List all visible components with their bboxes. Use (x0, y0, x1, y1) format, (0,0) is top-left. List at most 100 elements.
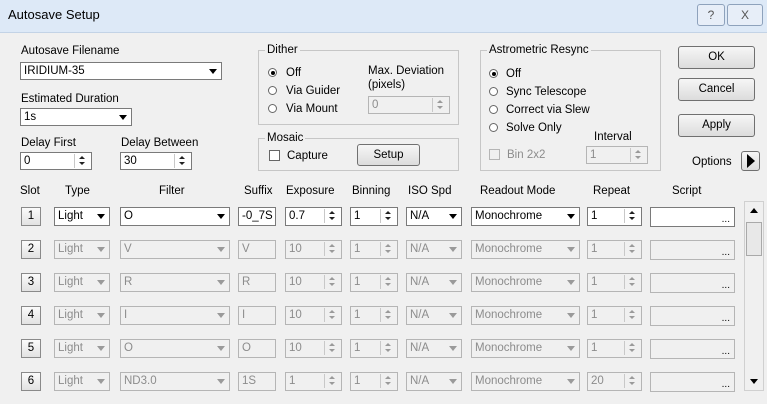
spinner-arrows-icon[interactable] (380, 341, 396, 355)
binning-field[interactable]: 1 (350, 273, 398, 292)
chevron-down-icon[interactable] (93, 341, 108, 355)
binning-field[interactable]: 1 (350, 372, 398, 391)
exposure-field[interactable]: 10 (285, 240, 342, 259)
close-button[interactable]: X (727, 4, 763, 26)
help-button[interactable]: ? (697, 4, 725, 26)
type-field[interactable]: Light (54, 273, 110, 292)
readout-field[interactable]: Monochrome (471, 273, 580, 292)
scroll-up-button[interactable] (745, 202, 763, 220)
suffix-field[interactable]: 1S (238, 372, 276, 391)
chevron-down-icon[interactable] (213, 209, 228, 223)
spinner-arrows-icon[interactable] (380, 308, 396, 322)
type-field[interactable]: Light (54, 240, 110, 259)
chevron-down-icon[interactable] (563, 374, 578, 388)
chevron-down-icon[interactable] (213, 275, 228, 289)
filter-field[interactable]: O (120, 339, 230, 358)
spinner-arrows-icon[interactable] (380, 242, 396, 256)
filename-combo[interactable]: IRIDIUM-35 (20, 62, 222, 80)
filter-field[interactable]: R (120, 273, 230, 292)
chevron-down-icon[interactable] (115, 110, 130, 124)
readout-field[interactable]: Monochrome (471, 372, 580, 391)
script-field[interactable]: ... (650, 207, 735, 227)
dither-mount-radio[interactable] (268, 104, 277, 113)
binning-field[interactable]: 1 (350, 339, 398, 358)
chevron-down-icon[interactable] (563, 242, 578, 256)
spinner-arrows-icon[interactable] (324, 209, 340, 223)
chevron-down-icon[interactable] (563, 275, 578, 289)
resync-solve-radio[interactable] (489, 123, 498, 132)
exposure-field[interactable]: 1 (285, 372, 342, 391)
cancel-button[interactable]: Cancel (678, 78, 755, 101)
suffix-field[interactable]: I (238, 306, 276, 325)
spinner-arrows-icon[interactable] (74, 154, 90, 168)
spinner-arrows-icon[interactable] (324, 341, 340, 355)
spinner-arrows-icon[interactable] (624, 275, 640, 289)
repeat-field[interactable]: 20 (587, 372, 642, 391)
spinner-arrows-icon[interactable] (624, 341, 640, 355)
duration-combo[interactable]: 1s (20, 108, 132, 126)
script-field[interactable]: ... (650, 273, 735, 293)
repeat-field[interactable]: 1 (587, 306, 642, 325)
exposure-field[interactable]: 10 (285, 339, 342, 358)
filter-field[interactable]: V (120, 240, 230, 259)
type-field[interactable]: Light (54, 306, 110, 325)
suffix-field[interactable]: V (238, 240, 276, 259)
chevron-down-icon[interactable] (205, 64, 220, 78)
filter-field[interactable]: ND3.0 (120, 372, 230, 391)
repeat-field[interactable]: 1 (587, 273, 642, 292)
chevron-down-icon[interactable] (93, 242, 108, 256)
iso-field[interactable]: N/A (406, 273, 462, 292)
spinner-arrows-icon[interactable] (324, 275, 340, 289)
chevron-down-icon[interactable] (563, 209, 578, 223)
spinner-arrows-icon[interactable] (324, 308, 340, 322)
iso-field[interactable]: N/A (406, 306, 462, 325)
script-field[interactable]: ... (650, 372, 735, 392)
spinner-arrows-icon[interactable] (380, 209, 396, 223)
chevron-down-icon[interactable] (213, 341, 228, 355)
chevron-down-icon[interactable] (445, 308, 460, 322)
spinner-arrows-icon[interactable] (624, 242, 640, 256)
chevron-down-icon[interactable] (563, 341, 578, 355)
spinner-arrows-icon[interactable] (630, 148, 646, 162)
chevron-down-icon[interactable] (563, 308, 578, 322)
spinner-arrows-icon[interactable] (324, 242, 340, 256)
script-field[interactable]: ... (650, 306, 735, 326)
chevron-down-icon[interactable] (213, 308, 228, 322)
binning-field[interactable]: 1 (350, 306, 398, 325)
chevron-down-icon[interactable] (445, 275, 460, 289)
dither-guider-radio[interactable] (268, 86, 277, 95)
exposure-field[interactable]: 0.7 (285, 207, 342, 226)
slot-button[interactable]: 1 (21, 207, 41, 226)
spinner-arrows-icon[interactable] (624, 374, 640, 388)
spinner-arrows-icon[interactable] (380, 374, 396, 388)
spinner-arrows-icon[interactable] (380, 275, 396, 289)
bin-2x2-checkbox[interactable] (489, 149, 500, 160)
resync-off-radio[interactable] (489, 69, 498, 78)
options-button[interactable] (741, 151, 760, 171)
binning-field[interactable]: 1 (350, 240, 398, 259)
spinner-arrows-icon[interactable] (324, 374, 340, 388)
chevron-down-icon[interactable] (445, 374, 460, 388)
iso-field[interactable]: N/A (406, 372, 462, 391)
resync-sync-radio[interactable] (489, 87, 498, 96)
slot-button[interactable]: 2 (21, 240, 41, 259)
exposure-field[interactable]: 10 (285, 273, 342, 292)
filter-field[interactable]: O (120, 207, 230, 226)
chevron-down-icon[interactable] (445, 341, 460, 355)
script-field[interactable]: ... (650, 339, 735, 359)
chevron-down-icon[interactable] (213, 242, 228, 256)
apply-button[interactable]: Apply (678, 114, 755, 137)
binning-field[interactable]: 1 (350, 207, 398, 226)
slot-button[interactable]: 6 (21, 372, 41, 391)
spinner-arrows-icon[interactable] (174, 154, 190, 168)
suffix-field[interactable]: O (238, 339, 276, 358)
slot-button[interactable]: 5 (21, 339, 41, 358)
repeat-field[interactable]: 1 (587, 339, 642, 358)
mosaic-capture-checkbox[interactable] (269, 150, 280, 161)
max-deviation-spinner[interactable]: 0 (368, 96, 450, 114)
readout-field[interactable]: Monochrome (471, 207, 580, 226)
type-field[interactable]: Light (54, 339, 110, 358)
type-field[interactable]: Light (54, 207, 110, 226)
scroll-down-button[interactable] (745, 372, 763, 390)
suffix-field[interactable]: R (238, 273, 276, 292)
